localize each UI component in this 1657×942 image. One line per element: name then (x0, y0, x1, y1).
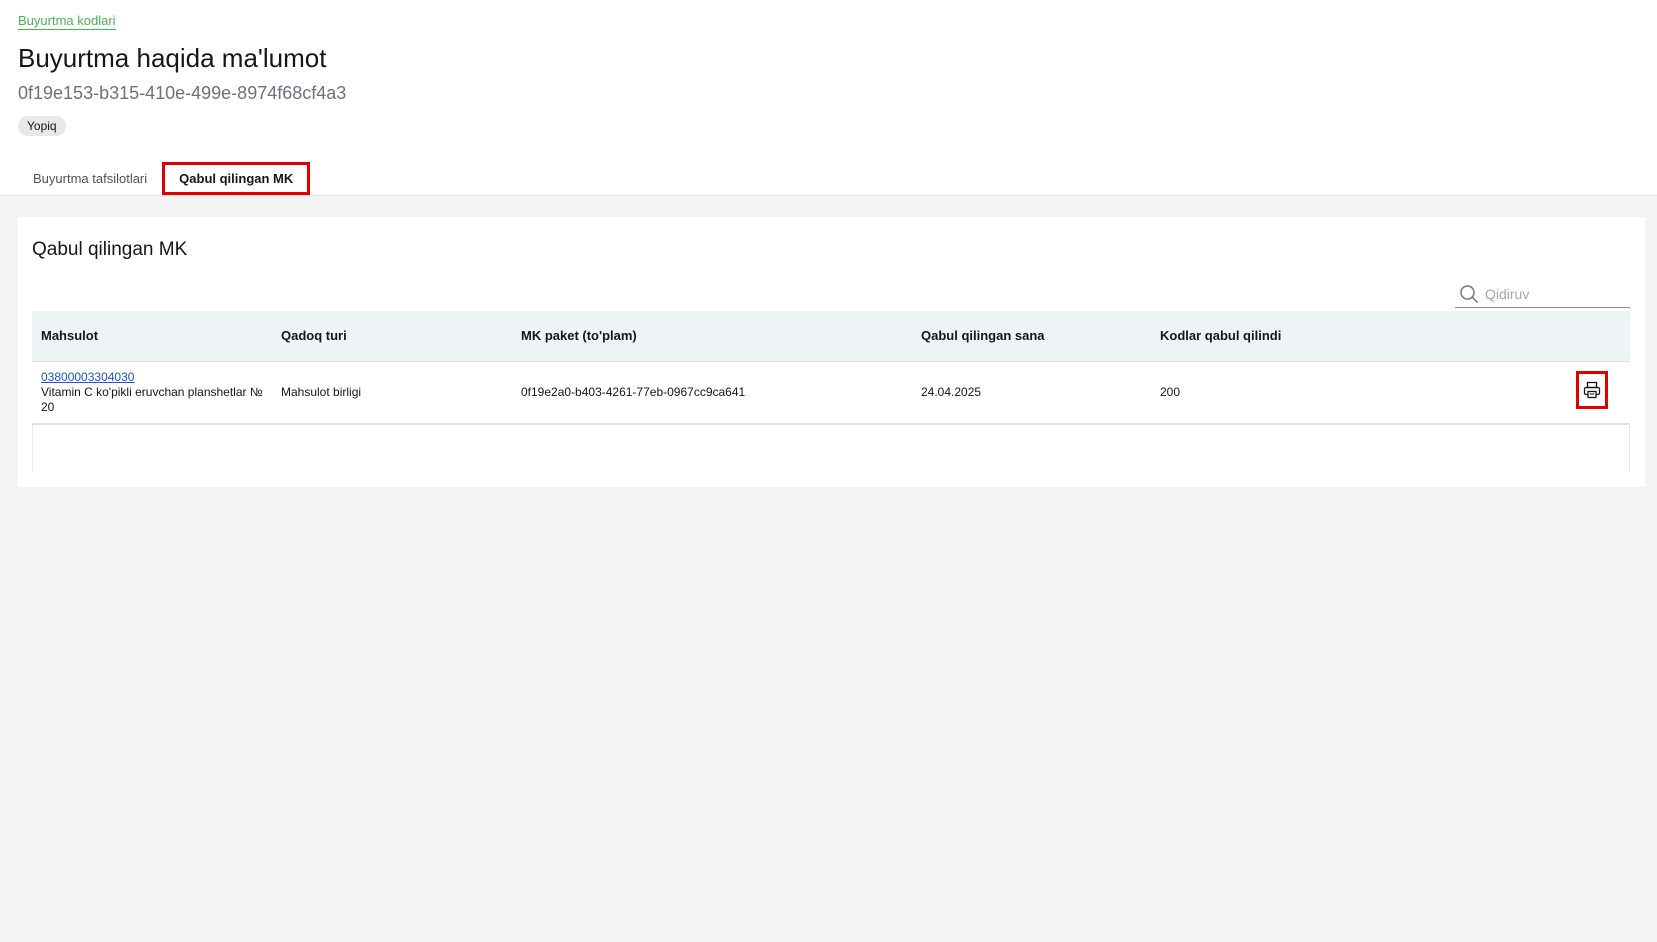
package-type-cell: Mahsulot birligi (281, 385, 362, 399)
print-button[interactable] (1576, 371, 1608, 409)
tab-order-details[interactable]: Buyurtma tafsilotlari (18, 162, 162, 195)
search-box (1455, 280, 1630, 308)
received-mk-card: Qabul qilingan MK Mahsulot Qadoq turi MK… (18, 217, 1645, 487)
page-header: Buyurtma kodlari Buyurtma haqida ma'lumo… (0, 0, 1657, 196)
column-header-codes-received[interactable]: Kodlar qabul qilindi (1160, 311, 1281, 361)
printer-icon (1583, 381, 1601, 399)
received-date-cell: 24.04.2025 (921, 385, 982, 399)
tab-bar: Buyurtma tafsilotlari Qabul qilingan MK (18, 162, 311, 195)
product-name: Vitamin C ko'pikli eruvchan planshetlar … (41, 385, 263, 414)
mk-package-cell: 0f19e2a0-b403-4261-77eb-0967cc9ca641 (521, 385, 746, 399)
page-title: Buyurtma haqida ma'lumot (18, 43, 327, 73)
table-empty-area (32, 425, 1630, 472)
column-header-product[interactable]: Mahsulot (41, 311, 98, 361)
status-badge: Yopiq (18, 116, 66, 136)
product-code-link[interactable]: 03800003304030 (41, 370, 266, 385)
column-header-package-type[interactable]: Qadoq turi (281, 311, 347, 361)
table-row: 03800003304030 Vitamin C ko'pikli eruvch… (32, 362, 1630, 425)
product-cell: 03800003304030 Vitamin C ko'pikli eruvch… (41, 370, 266, 415)
card-title: Qabul qilingan MK (32, 239, 188, 260)
tab-received-mk[interactable]: Qabul qilingan MK (162, 162, 311, 195)
search-icon (1460, 285, 1478, 303)
search-input[interactable] (1483, 282, 1627, 306)
column-header-mk-package[interactable]: MK paket (to'plam) (521, 311, 637, 361)
column-header-received-date[interactable]: Qabul qilingan sana (921, 311, 1045, 361)
order-id: 0f19e153-b315-410e-499e-8974f68cf4a3 (18, 83, 347, 103)
table-header: Mahsulot Qadoq turi MK paket (to'plam) Q… (32, 311, 1630, 362)
received-mk-table: Mahsulot Qadoq turi MK paket (to'plam) Q… (32, 311, 1630, 472)
codes-received-cell: 200 (1160, 385, 1181, 399)
breadcrumb-link[interactable]: Buyurtma kodlari (18, 13, 116, 30)
